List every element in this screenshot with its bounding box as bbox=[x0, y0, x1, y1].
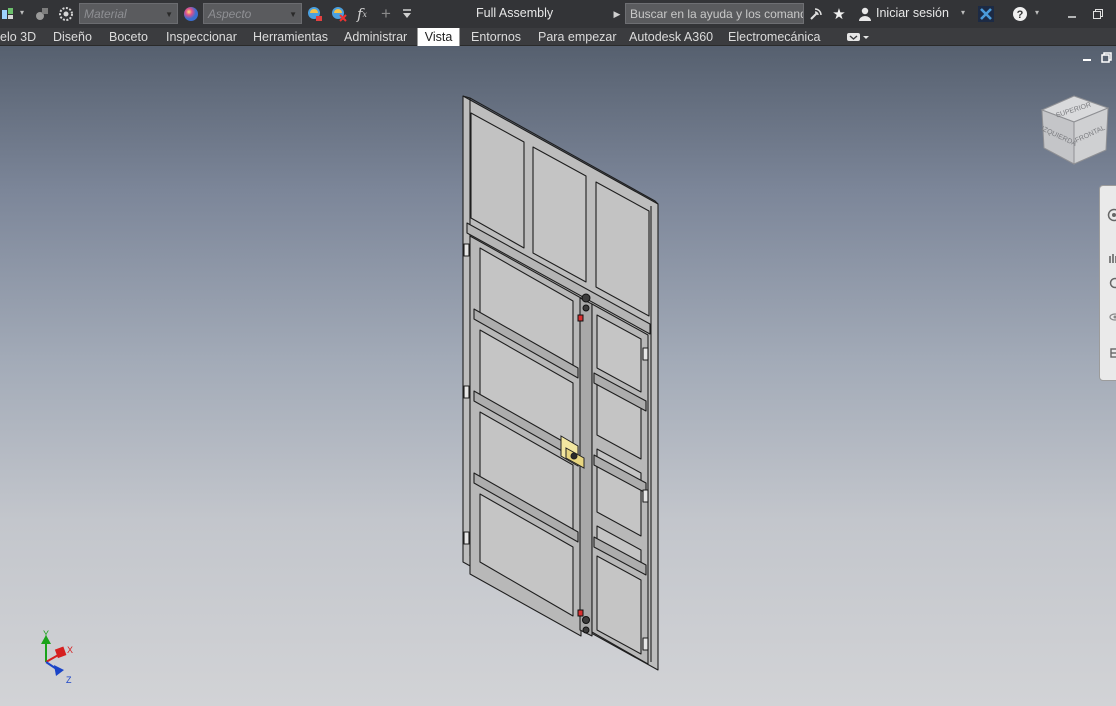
fx-icon[interactable]: fx bbox=[352, 4, 372, 24]
ribbon-tabs: elo 3D Diseño Boceto Inspeccionar Herram… bbox=[0, 28, 1116, 47]
tab-diseno[interactable]: Diseño bbox=[53, 28, 92, 46]
chevron-down-icon: ▼ bbox=[289, 10, 297, 19]
tab-inspeccionar[interactable]: Inspeccionar bbox=[166, 28, 237, 46]
appearance-ball-icon[interactable] bbox=[181, 4, 201, 24]
door-assembly-model[interactable] bbox=[0, 46, 1116, 706]
autodesk-x-icon[interactable] bbox=[976, 4, 996, 24]
nav-arrow-icon[interactable]: ▶ bbox=[607, 4, 627, 24]
qat-dropdown-icon[interactable]: ▾ bbox=[20, 8, 24, 17]
pan-hand-icon[interactable] bbox=[1104, 250, 1116, 264]
help-search-input[interactable] bbox=[626, 4, 803, 23]
satellite-icon[interactable] bbox=[806, 4, 826, 24]
minimize-icon[interactable] bbox=[1062, 4, 1082, 24]
z-axis-label: Z bbox=[66, 675, 72, 685]
look-at-icon[interactable] bbox=[1104, 346, 1116, 360]
svg-text:?: ? bbox=[1017, 9, 1024, 21]
crosshair-icon[interactable]: + bbox=[376, 4, 396, 24]
restore-icon[interactable] bbox=[1088, 4, 1108, 24]
user-icon[interactable] bbox=[855, 4, 875, 24]
sketch-icon[interactable] bbox=[0, 4, 18, 24]
tab-autodesk-a360[interactable]: Autodesk A360 bbox=[629, 28, 713, 46]
title-bar: ▾ Material ▼ Aspecto ▼ fx + Full Assembl… bbox=[0, 0, 1116, 28]
appearance-combo-value: Aspecto bbox=[208, 7, 252, 21]
sign-in-button[interactable]: Iniciar sesión bbox=[876, 6, 949, 20]
help-dropdown-icon[interactable]: ▾ bbox=[1035, 8, 1039, 17]
help-search[interactable] bbox=[625, 3, 804, 24]
color-fill-icon[interactable] bbox=[305, 4, 325, 24]
customize-icon[interactable] bbox=[397, 4, 417, 24]
fx-subscript: x bbox=[362, 9, 368, 19]
clear-appearance-icon[interactable] bbox=[329, 4, 349, 24]
tab-herramientas[interactable]: Herramientas bbox=[253, 28, 328, 46]
x-axis-label: X bbox=[67, 645, 73, 655]
chevron-down-icon: ▼ bbox=[165, 10, 173, 19]
zoom-icon[interactable] bbox=[1104, 276, 1116, 290]
coordinate-triad: Y X Z bbox=[41, 630, 73, 685]
tab-para-empezar[interactable]: Para empezar bbox=[538, 28, 617, 46]
tab-entornos[interactable]: Entornos bbox=[471, 28, 521, 46]
star-icon[interactable]: ★ bbox=[829, 4, 849, 24]
shapes-icon[interactable] bbox=[32, 4, 52, 24]
tab-modelo-3d[interactable]: elo 3D bbox=[0, 28, 36, 46]
material-combo-value: Material bbox=[84, 7, 127, 21]
graphics-viewport[interactable]: SUPERIOR IZQUIERDA FRONTAL Y X Z bbox=[0, 46, 1116, 706]
appearance-combo[interactable]: Aspecto ▼ bbox=[203, 3, 302, 24]
sign-in-dropdown-icon[interactable]: ▾ bbox=[961, 8, 965, 17]
tab-boceto[interactable]: Boceto bbox=[109, 28, 148, 46]
material-combo[interactable]: Material ▼ bbox=[79, 3, 178, 24]
steering-wheel-icon[interactable] bbox=[1104, 208, 1116, 222]
tab-vista[interactable]: Vista bbox=[417, 28, 460, 47]
y-axis-label: Y bbox=[43, 630, 49, 639]
help-icon[interactable]: ? bbox=[1010, 4, 1030, 24]
orbit-icon[interactable] bbox=[1104, 310, 1116, 324]
tab-electromecanica[interactable]: Electromecánica bbox=[728, 28, 820, 46]
gear-icon[interactable] bbox=[56, 4, 76, 24]
viewcube[interactable]: SUPERIOR IZQUIERDA FRONTAL bbox=[1040, 94, 1112, 168]
z-axis-arrow-icon bbox=[54, 665, 64, 676]
document-title: Full Assembly bbox=[476, 6, 554, 20]
tab-administrar[interactable]: Administrar bbox=[344, 28, 407, 46]
navigation-bar bbox=[1099, 185, 1116, 381]
